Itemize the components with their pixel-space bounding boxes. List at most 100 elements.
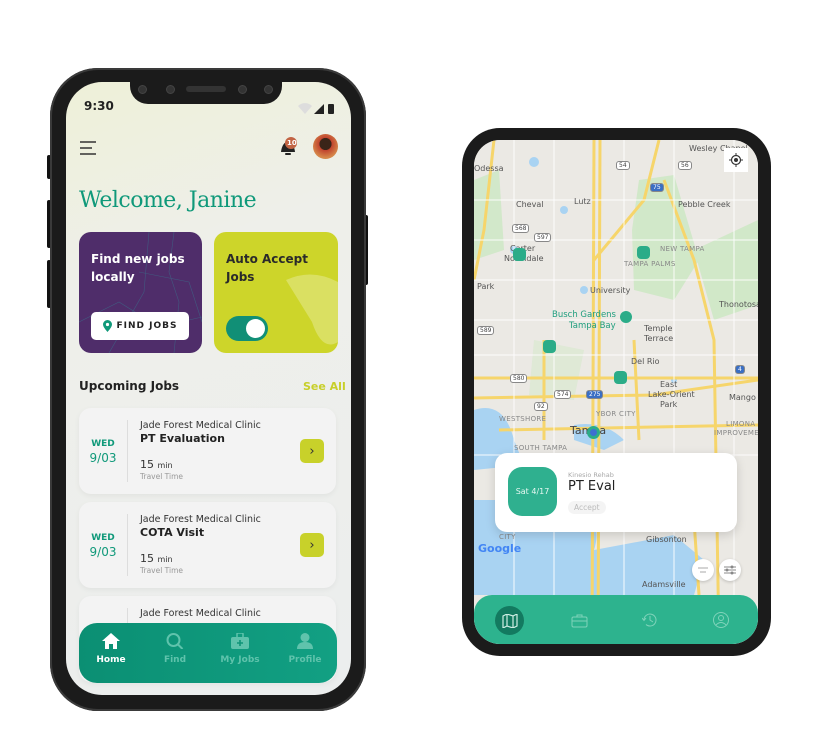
job-map-marker[interactable] (513, 248, 526, 261)
job-travel-label: Travel Time (140, 472, 184, 481)
crosshair-icon (729, 153, 743, 167)
chevron-right-icon: › (309, 537, 315, 553)
home-screen: 9:30 10 Welcome, Janine Find new jobs lo… (66, 82, 351, 695)
map-label: CITY (499, 533, 516, 541)
map-label: Del Rio (631, 357, 660, 366)
hamburger-icon[interactable] (80, 140, 98, 159)
find-jobs-label: FIND JOBS (116, 321, 178, 331)
map-bottom-nav (474, 595, 758, 644)
map-label: Adamsville (642, 580, 686, 589)
job-open-button[interactable]: › (300, 533, 324, 557)
map-poi-label[interactable]: Busch Gardens (552, 310, 616, 320)
map-label: Temple (644, 324, 673, 333)
map-icon (501, 613, 518, 628)
map-label: Park (477, 282, 495, 291)
nav-my-jobs[interactable]: My Jobs (208, 633, 272, 665)
list-icon (698, 567, 708, 573)
bell-icon[interactable]: 10 (278, 136, 300, 162)
road-shield: 54 (616, 161, 630, 170)
auto-accept-title: Auto Accept Jobs (226, 252, 308, 284)
accept-button[interactable]: Accept (568, 501, 606, 514)
job-clinic: Jade Forest Medical Clinic (140, 514, 261, 525)
job-date: 9/03 (89, 545, 117, 559)
road-shield: 597 (534, 233, 552, 242)
map-label: LIMONA (726, 420, 756, 428)
current-location-marker (587, 426, 600, 439)
job-day: WED (91, 439, 115, 449)
briefcase-icon (231, 633, 249, 649)
map-label: Thonotosassa (719, 300, 758, 309)
map-label: University (590, 286, 631, 295)
road-shield: 92 (534, 402, 548, 411)
location-pin-icon (102, 320, 112, 332)
user-avatar[interactable] (313, 134, 338, 159)
job-title: COTA Visit (140, 526, 205, 539)
map-label: Cheval (516, 200, 544, 209)
job-card[interactable]: WED 9/03 Jade Forest Medical Clinic PT E… (79, 408, 336, 494)
job-title: PT Evaluation (140, 432, 225, 445)
nav-map[interactable] (495, 606, 524, 635)
list-view-button[interactable] (692, 559, 714, 581)
road-shield: 275 (586, 390, 604, 399)
nav-home[interactable]: Home (79, 633, 143, 665)
nav-find[interactable]: Find (143, 633, 207, 665)
nav-profile[interactable] (713, 612, 729, 632)
auto-accept-card: Auto Accept Jobs (214, 232, 338, 353)
see-all-link[interactable]: See All (303, 380, 346, 393)
road-shield: 589 (477, 326, 495, 335)
map-label: Gibsonton (646, 535, 687, 544)
job-day: WED (91, 533, 115, 543)
sliders-icon (724, 565, 736, 575)
job-map-marker[interactable] (543, 340, 556, 353)
history-icon (641, 613, 657, 627)
nav-jobs[interactable] (571, 613, 588, 632)
map-label: Pebble Creek (678, 200, 731, 209)
job-travel-minutes: 15 min (140, 458, 173, 471)
map-label: WESTSHORE (499, 415, 547, 423)
road-shield: 568 (512, 224, 530, 233)
job-map-marker[interactable] (637, 246, 650, 259)
job-travel-label: Travel Time (140, 566, 184, 575)
locate-me-button[interactable] (724, 148, 748, 172)
bottom-nav: Home Find My Jobs Profile (79, 623, 337, 683)
upcoming-jobs-heading: Upcoming Jobs (79, 379, 180, 393)
map-label: Odessa (474, 164, 504, 173)
map-canvas[interactable] (474, 140, 758, 644)
nav-profile[interactable]: Profile (273, 633, 337, 665)
map-label: TAMPA PALMS (624, 260, 676, 268)
job-map-marker[interactable] (614, 371, 627, 384)
divider (127, 514, 128, 576)
road-shield: 574 (554, 390, 572, 399)
road-shield: 75 (650, 183, 664, 192)
road-shield: 4 (735, 365, 745, 374)
poi-pin-icon[interactable] (620, 311, 632, 323)
briefcase-icon (571, 614, 588, 628)
auto-accept-toggle[interactable] (226, 316, 268, 341)
job-event-card[interactable]: Sat 4/17 Kinesio Rehab PT Eval Accept (495, 453, 737, 532)
map-poi-label[interactable]: Tampa Bay (569, 321, 616, 331)
job-card[interactable]: WED 9/03 Jade Forest Medical Clinic COTA… (79, 502, 336, 588)
notification-badge: 10 (287, 139, 297, 147)
find-jobs-button[interactable]: FIND JOBS (91, 312, 189, 340)
find-jobs-card-title: Find new jobs locally (91, 252, 185, 284)
map-label: Park (660, 400, 678, 409)
map-screen: Wesley Chapel Odessa Cheval Lutz Pebble … (474, 140, 758, 644)
nav-history[interactable] (641, 612, 658, 632)
map-label: Lake-Orient (648, 390, 695, 399)
road-shield: 580 (510, 374, 528, 383)
filter-button[interactable] (719, 559, 741, 581)
road-shield: 56 (678, 161, 692, 170)
phone-notch (130, 76, 282, 104)
job-travel-minutes: 15 min (140, 552, 173, 565)
map-label: Lutz (574, 197, 591, 206)
job-open-button[interactable]: › (300, 439, 324, 463)
search-icon (166, 633, 184, 649)
job-date: 9/03 (89, 451, 117, 465)
user-icon (297, 633, 313, 649)
map-label: East (660, 380, 678, 389)
job-clinic: Jade Forest Medical Clinic (140, 420, 261, 431)
find-jobs-card[interactable]: Find new jobs locally FIND JOBS (79, 232, 202, 353)
map-label: Terrace (644, 334, 674, 343)
map-label: Mango (729, 393, 756, 402)
status-icons (298, 100, 338, 119)
